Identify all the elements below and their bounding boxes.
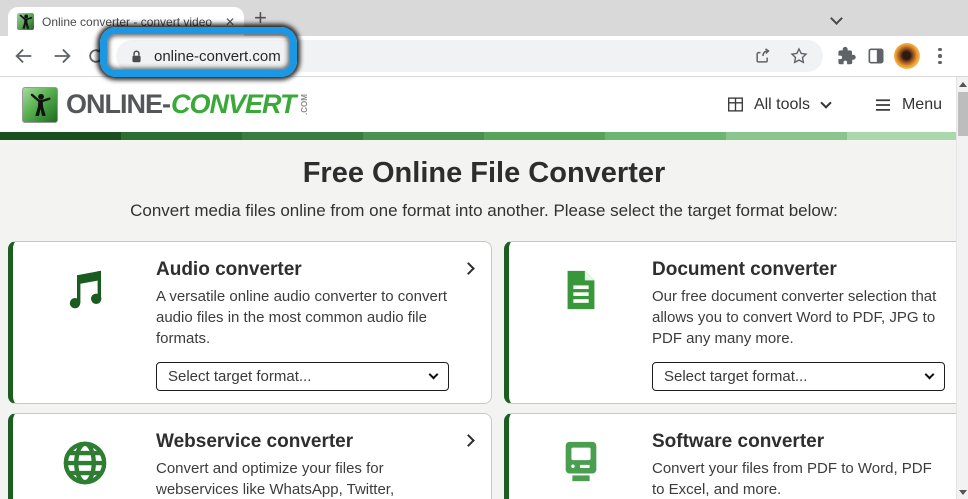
page-body: Free Online File Converter Convert media… [0,140,968,499]
reload-button[interactable] [84,46,108,66]
card-title: Software converter [652,431,825,452]
menu-button[interactable]: Menu [874,96,942,114]
card-audio-converter[interactable]: Audio converter A versatile online audio… [8,241,492,404]
scroll-down-arrow[interactable] [957,485,968,499]
globe-icon [13,431,156,499]
card-description: Convert your files from PDF to Word, PDF… [652,460,932,498]
scroll-up-arrow[interactable] [957,77,968,91]
hamburger-icon [875,98,890,111]
chevron-down-icon [428,369,439,380]
site-logo[interactable]: ONLINE - CONVERT .COM [22,86,314,123]
new-tab-button[interactable]: + [254,5,267,31]
page-subtitle: Convert media files online from one form… [130,201,838,220]
card-title: Audio converter [156,259,302,280]
page-title: Free Online File Converter [302,157,666,189]
card-software-converter[interactable]: Software converter Convert your files fr… [504,413,968,499]
bookmark-star-icon[interactable] [789,46,809,66]
browser-window: Online converter - convert video ✕ + onl… [0,0,968,499]
chevron-down-icon [924,369,935,380]
all-tools-dropdown[interactable]: All tools [727,95,832,114]
scrollbar-thumb[interactable] [958,92,968,136]
card-description: A versatile online audio converter to co… [156,288,447,347]
window-chevron-down-icon[interactable] [830,12,843,25]
menu-label: Menu [901,95,942,113]
card-description: Our free document converter selection th… [652,288,937,347]
back-button[interactable] [12,45,36,67]
music-note-icon [13,259,156,403]
target-format-select[interactable]: Select target format... [652,362,945,391]
card-document-converter[interactable]: Document converter Our free document con… [504,241,968,404]
browser-toolbar: online-convert.com [0,36,968,76]
card-title: Webservice converter [156,431,354,452]
site-header: ONLINE - CONVERT .COM All tools Menu [0,77,968,132]
document-icon [509,259,652,403]
forward-button[interactable] [50,45,74,67]
logo-figure-icon [22,86,58,123]
site-nav: All tools Menu [727,96,942,114]
tab-strip: Online converter - convert video ✕ + [0,0,968,36]
computer-icon [509,431,652,499]
url-text[interactable]: online-convert.com [154,48,753,65]
profile-avatar[interactable] [894,43,920,69]
hero-section: Free Online File Converter Convert media… [0,140,968,239]
green-gradient-bar [0,132,968,140]
chevron-right-icon[interactable] [462,434,475,447]
lock-icon [132,50,141,62]
card-description: Convert and optimize your files for webs… [156,460,395,498]
target-format-select[interactable]: Select target format... [156,362,449,391]
chevron-right-icon[interactable] [462,262,475,275]
logo-text: ONLINE - CONVERT .COM [66,89,309,119]
page-scrollbar[interactable] [956,77,968,499]
browser-menu-kebab-icon[interactable] [931,47,949,65]
converter-cards-grid: Audio converter A versatile online audio… [0,239,968,499]
side-panel-icon[interactable] [865,46,887,66]
extensions-puzzle-icon[interactable] [835,46,857,66]
tab-close-icon[interactable]: ✕ [225,15,235,29]
card-title: Document converter [652,259,837,280]
tab-title: Online converter - convert video [42,14,213,29]
site-favicon-icon [17,13,34,30]
all-tools-label: All tools [753,95,810,113]
chevron-down-icon [820,97,832,109]
share-icon[interactable] [753,46,773,66]
card-webservice-converter[interactable]: Webservice converter Convert and optimiz… [8,413,492,499]
url-bar[interactable]: online-convert.com [116,40,823,72]
grid-icon [727,97,743,112]
browser-tab[interactable]: Online converter - convert video ✕ [8,7,244,36]
